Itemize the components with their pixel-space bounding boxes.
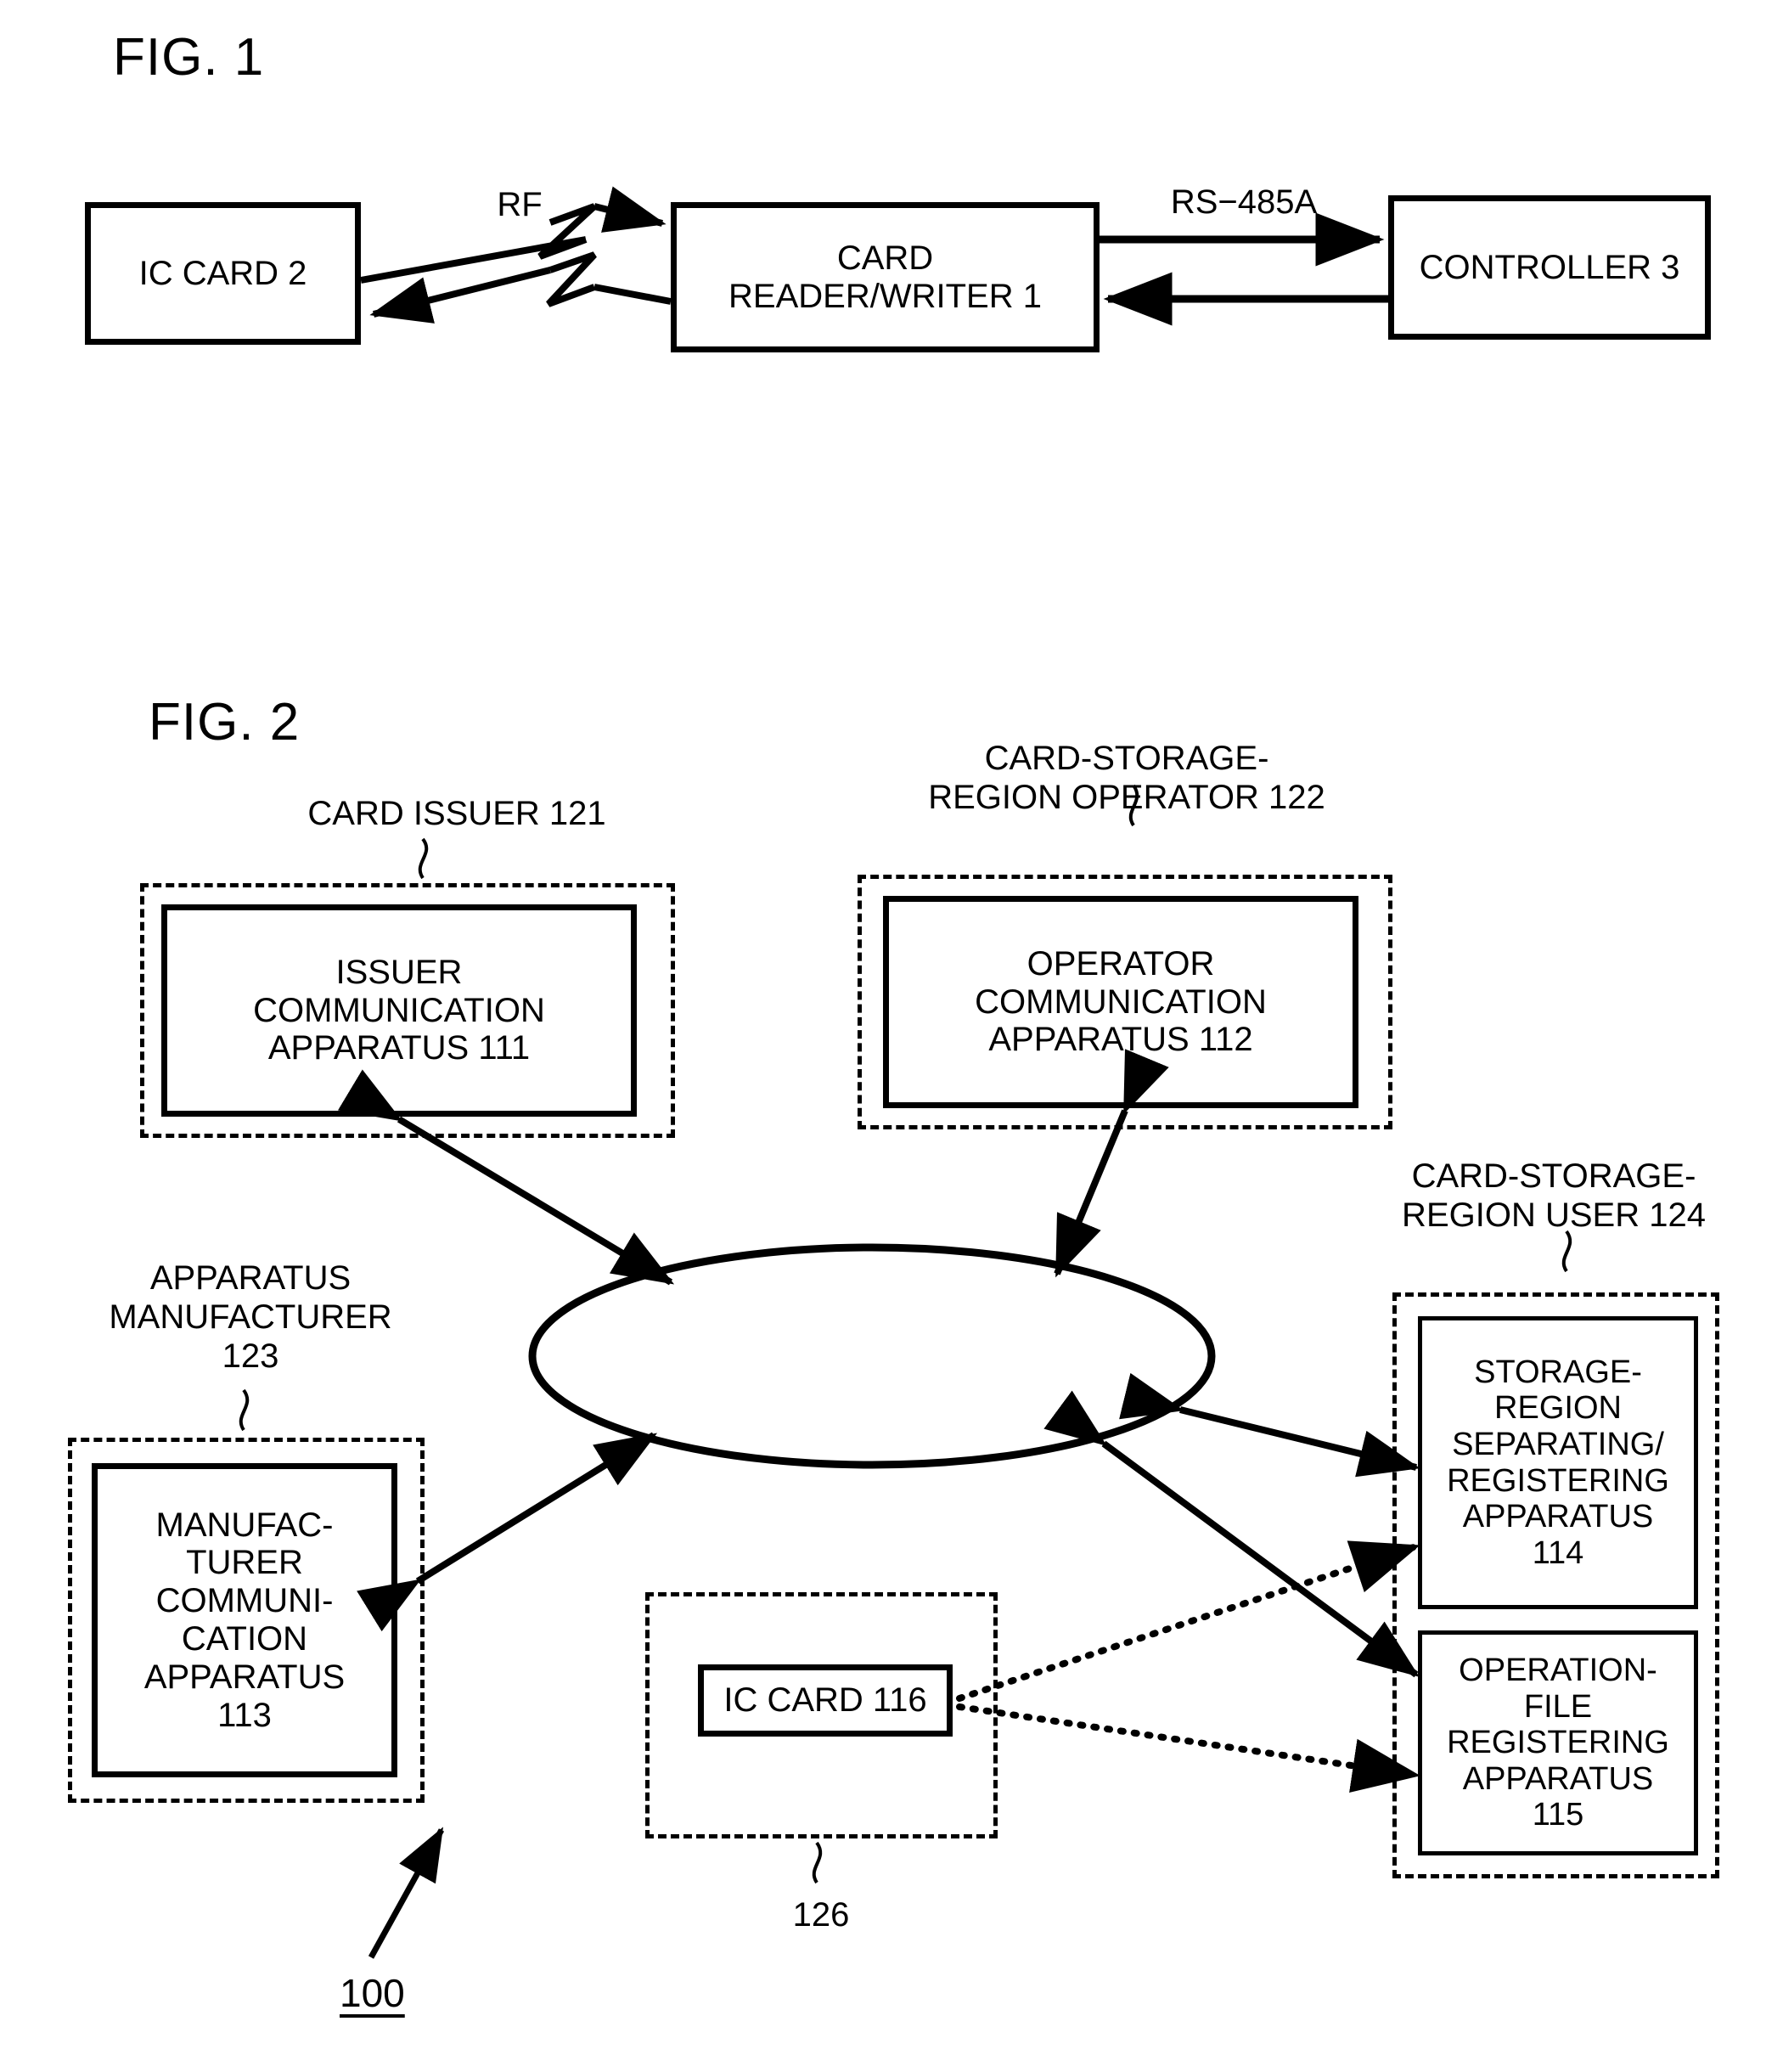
fig2-box-issuer-communication-apparatus: ISSUER COMMUNICATION APPARATUS 111 (161, 904, 637, 1117)
fig2-network-number: 117 (845, 1354, 899, 1391)
fig2-group-label-card-issuer: CARD ISSUER 121 (307, 795, 606, 832)
fig1-link-label-rf: RF (497, 186, 543, 223)
fig1-box-ic-card: IC CARD 2 (85, 202, 361, 345)
fig2-arrow-issuer-network (337, 1069, 675, 1286)
fig2-dotted-link-ic-card-to-operation-file-apparatus (956, 1703, 1420, 1793)
fig2-arrow-manufacturer-network (357, 1432, 658, 1632)
fig2-system-reference-pointer (368, 1827, 445, 1959)
fig2-box-storage-region-separating-registering-apparatus: STORAGE- REGION SEPARATING/ REGISTERING … (1418, 1316, 1698, 1609)
fig2-box-manufacturer-communication-apparatus: MANUFAC- TURER COMMUNI- CATION APPARATUS… (92, 1463, 397, 1777)
figure-1-title: FIG. 1 (113, 28, 265, 87)
figure-2-title: FIG. 2 (149, 693, 301, 752)
fig1-box-card-reader-writer: CARD READER/WRITER 1 (671, 202, 1100, 352)
fig2-arrow-operator-network (1054, 1049, 1169, 1278)
fig2-system-reference-100: 100 (340, 1971, 405, 2015)
fig2-group-label-storage-region-user: CARD-STORAGE- REGION USER 124 (1402, 1157, 1706, 1234)
fig2-arrow-network-operation-file-apparatus (1043, 1390, 1420, 1678)
fig2-box-operator-communication-apparatus: OPERATOR COMMUNICATION APPARATUS 112 (883, 896, 1358, 1108)
fig2-box-operation-file-registering-apparatus: OPERATION- FILE REGISTERING APPARATUS 11… (1418, 1630, 1698, 1855)
fig1-box-controller: CONTROLLER 3 (1388, 195, 1711, 340)
fig2-group-label-ic-card-ref: 126 (792, 1896, 850, 1934)
fig2-box-ic-card: IC CARD 116 (698, 1664, 953, 1737)
fig2-network-label: NETWORK 117 (785, 1311, 959, 1393)
patent-figure-sheet: FIG. 1 IC CARD 2 CARD READER/WRITER 1 CO… (0, 0, 1783, 2072)
fig2-group-label-storage-region-operator: CARD-STORAGE- REGION OPERATOR 122 (928, 740, 1325, 816)
fig2-group-label-apparatus-manufacturer: APPARATUS MANUFACTURER 123 (109, 1259, 392, 1375)
fig2-dotted-link-ic-card-to-storage-region-apparatus (956, 1540, 1420, 1702)
fig1-arrow-rf-reader-to-card (369, 251, 672, 324)
fig2-arrow-network-storage-region-apparatus (1119, 1372, 1420, 1478)
fig1-link-label-rs485a: RS−485A (1170, 183, 1318, 221)
fig2-network-name: NETWORK (785, 1313, 959, 1350)
